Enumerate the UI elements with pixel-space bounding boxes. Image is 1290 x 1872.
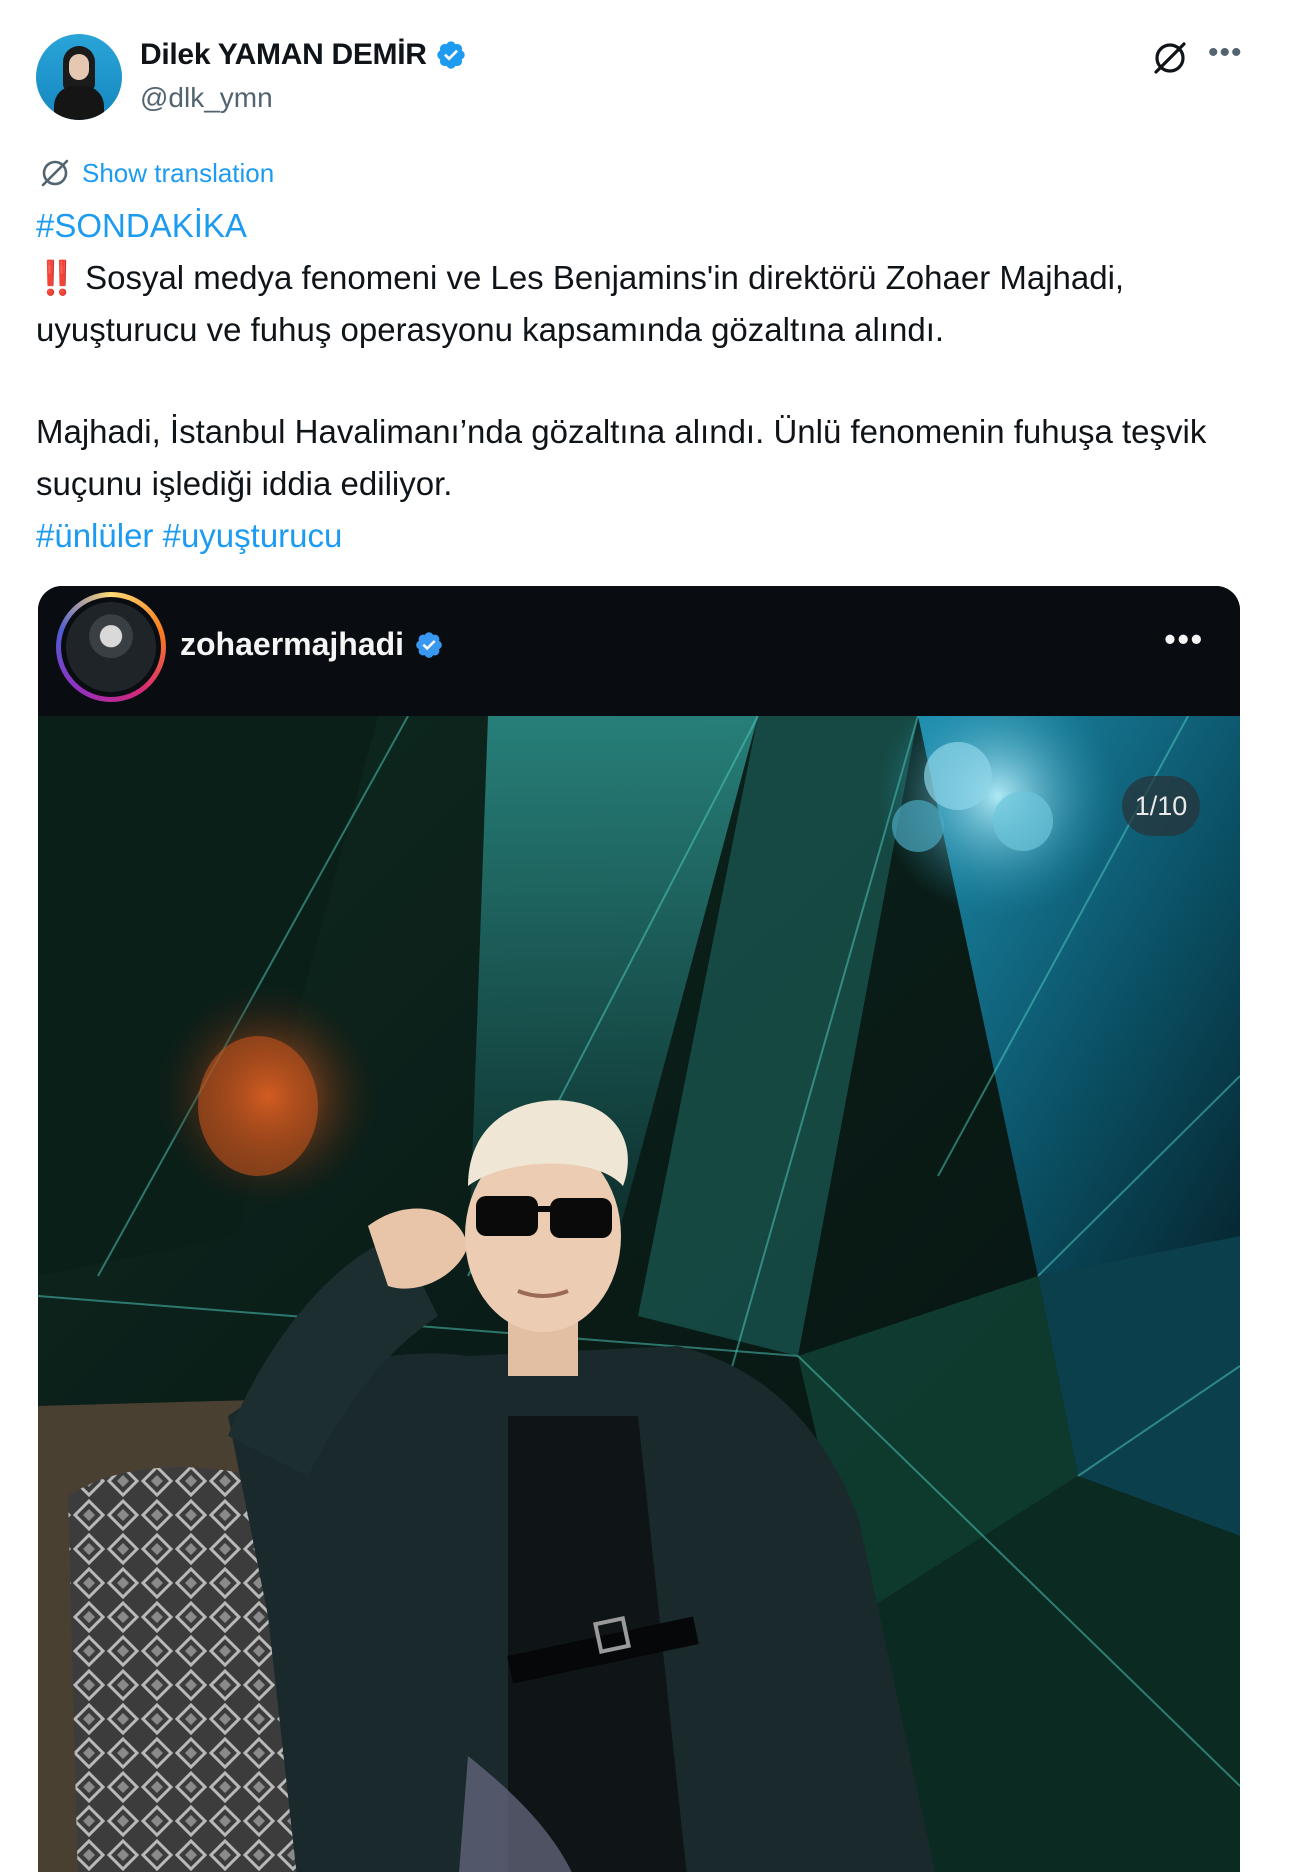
instagram-post-header: zohaermajhadi •••	[38, 586, 1240, 716]
tweet-body: #SONDAKİKA ‼️ Sosyal medya fenomeni ve Le…	[36, 200, 1256, 562]
tweet-screenshot: Dilek YAMAN DEMİR @dlk_ymn ••• Show tran…	[0, 0, 1290, 1872]
show-translation-label[interactable]: Show translation	[82, 158, 274, 189]
instagram-username[interactable]: zohaermajhadi	[180, 626, 404, 663]
instagram-post-photo[interactable]: 1/10	[38, 716, 1240, 1872]
author-display-name[interactable]: Dilek YAMAN DEMİR	[140, 38, 427, 72]
instagram-avatar[interactable]	[66, 602, 156, 692]
instagram-story-ring[interactable]	[56, 592, 166, 702]
photo-illustration	[38, 716, 1240, 1872]
carousel-counter: 1/10	[1122, 776, 1200, 836]
instagram-more-icon[interactable]: •••	[1164, 623, 1204, 655]
tweet-paragraph-1: Sosyal medya fenomeni ve Les Benjamins'i…	[36, 259, 1125, 348]
instagram-username-row[interactable]: zohaermajhadi	[180, 626, 444, 663]
author-display-name-row[interactable]: Dilek YAMAN DEMİR	[140, 38, 467, 72]
translate-icon	[41, 159, 69, 187]
verified-badge-icon	[436, 41, 465, 69]
embedded-instagram-post[interactable]: zohaermajhadi ••• 1/10	[38, 586, 1240, 1872]
hashtags-bottom[interactable]: #ünlüler #uyuşturucu	[36, 517, 342, 554]
tweet-paragraph-2: Majhadi, İstanbul Havalimanı’nda gözaltı…	[36, 413, 1207, 502]
instagram-verified-icon	[416, 631, 442, 658]
author-handle[interactable]: @dlk_ymn	[140, 82, 273, 114]
show-translation-button[interactable]: Show translation	[38, 156, 274, 190]
hashtag-sondakika[interactable]: #SONDAKİKA	[36, 207, 247, 244]
double-exclamation-emoji: ‼️	[36, 259, 77, 296]
grok-icon[interactable]	[1150, 38, 1190, 78]
more-options-icon[interactable]: •••	[1208, 38, 1243, 68]
author-avatar[interactable]	[36, 34, 122, 120]
